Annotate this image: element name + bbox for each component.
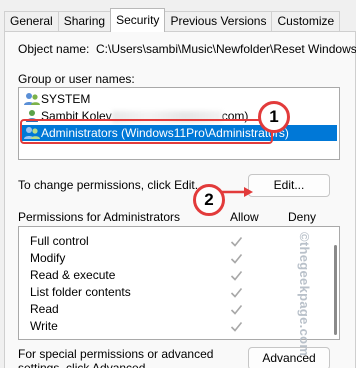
permissions-list[interactable]: Full control Modify Read & execute List … bbox=[18, 226, 340, 340]
tab-strip: General Sharing Security Previous Versio… bbox=[4, 8, 341, 32]
permissions-scrollbar[interactable] bbox=[334, 245, 337, 335]
permission-row: List folder contents bbox=[19, 284, 319, 301]
allow-header: Allow bbox=[230, 210, 259, 224]
permission-row: Read bbox=[19, 301, 319, 318]
users-icon bbox=[24, 93, 40, 105]
callout-badge-2: 2 bbox=[193, 184, 225, 216]
object-name-value: C:\Users\sambi\Music\Newfolder\Reset Win… bbox=[96, 42, 356, 56]
tab-security[interactable]: Security bbox=[110, 8, 166, 32]
arrow-right-icon bbox=[222, 187, 253, 197]
list-item-system[interactable]: SYSTEM bbox=[21, 91, 90, 107]
object-name-label: Object name: bbox=[18, 42, 90, 56]
permission-name: Full control bbox=[30, 234, 89, 248]
watermark-text: ©thegeekpage.com bbox=[297, 232, 312, 357]
tab-general[interactable]: General bbox=[4, 11, 59, 32]
checkmark-icon bbox=[230, 287, 243, 298]
checkmark-icon bbox=[230, 304, 243, 315]
permission-row: Full control bbox=[19, 233, 319, 250]
user-name: SYSTEM bbox=[41, 92, 91, 106]
permissions-label: Permissions for Administrators bbox=[18, 210, 181, 224]
permission-name: Read bbox=[30, 302, 59, 316]
advanced-button[interactable]: Advanced bbox=[248, 347, 330, 368]
tab-sharing[interactable]: Sharing bbox=[57, 11, 112, 32]
group-names-label: Group or user names: bbox=[18, 72, 135, 86]
administrators-highlight-box bbox=[20, 119, 273, 144]
deny-header: Deny bbox=[288, 210, 317, 224]
checkmark-icon bbox=[230, 321, 243, 332]
special-permissions-text: For special permissions or advanced sett… bbox=[18, 347, 214, 368]
permission-row: Read & execute bbox=[19, 267, 319, 284]
callout-badge-1: 1 bbox=[258, 101, 290, 133]
tab-previous-versions[interactable]: Previous Versions bbox=[164, 11, 273, 32]
tab-customize[interactable]: Customize bbox=[271, 11, 341, 32]
permission-name: Read & execute bbox=[30, 268, 116, 282]
checkmark-icon bbox=[230, 270, 243, 281]
permission-name: Write bbox=[30, 319, 58, 333]
permission-name: List folder contents bbox=[30, 285, 131, 299]
permission-name: Modify bbox=[30, 251, 66, 265]
edit-button[interactable]: Edit... bbox=[248, 174, 330, 197]
checkmark-icon bbox=[230, 253, 243, 264]
permission-row: Modify bbox=[19, 250, 319, 267]
permission-row: Write bbox=[19, 318, 319, 335]
change-permissions-text: To change permissions, click Edit. bbox=[18, 178, 199, 192]
checkmark-icon bbox=[230, 236, 243, 247]
